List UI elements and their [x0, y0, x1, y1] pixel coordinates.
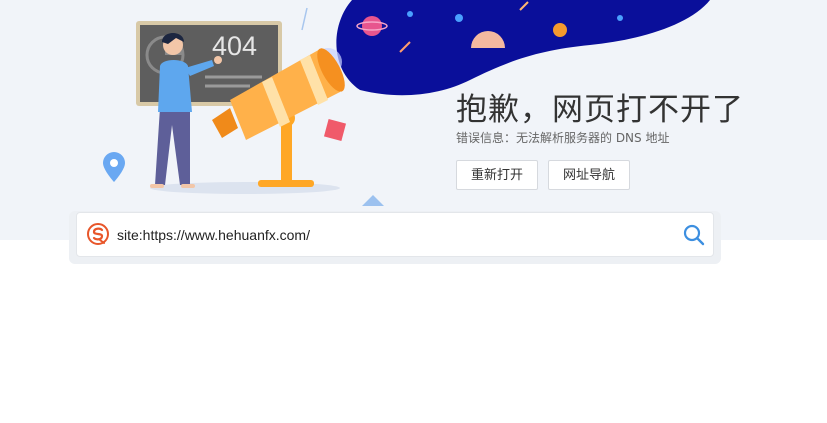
triangle-decor	[362, 195, 384, 206]
search-input[interactable]	[117, 222, 677, 248]
page-title: 抱歉，网页打不开了	[456, 92, 744, 128]
sogou-logo-icon	[87, 223, 109, 245]
red-cube-icon	[323, 118, 347, 142]
galaxy-swoosh	[336, 0, 710, 96]
search-box[interactable]	[76, 212, 714, 257]
url-navigation-button[interactable]: 网址导航	[548, 160, 630, 190]
error-hero: 404 抱歉，网页打不开了 错误信息：无法解析服务器的 DNS 地址 重新打开 …	[0, 0, 827, 240]
star-blue-right	[617, 15, 623, 21]
reopen-button[interactable]: 重新打开	[456, 160, 538, 190]
error-message: 错误信息：无法解析服务器的 DNS 地址	[456, 131, 670, 145]
star-blue-small	[407, 11, 413, 17]
decor-line	[301, 7, 308, 31]
magnifier-icon[interactable]	[683, 224, 705, 246]
planet-orange-icon	[553, 23, 567, 37]
planet-pink-icon	[362, 16, 382, 36]
star-blue	[455, 14, 463, 22]
